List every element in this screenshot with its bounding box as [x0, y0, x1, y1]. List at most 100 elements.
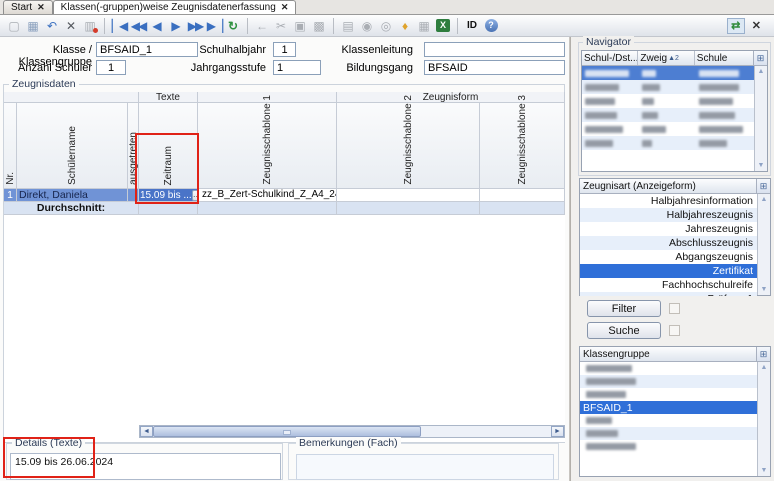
- previous-record-icon[interactable]: ◀: [148, 17, 166, 34]
- list-item[interactable]: [580, 375, 757, 388]
- panel-close-icon[interactable]: ✕: [752, 19, 761, 32]
- column-chooser-icon[interactable]: ⊞: [753, 51, 767, 65]
- cell-zeugnisschablone-2[interactable]: [337, 189, 480, 202]
- column-header-nr[interactable]: Nr.: [4, 103, 17, 189]
- save-icon[interactable]: ▦: [24, 17, 42, 34]
- print-icon[interactable]: ▤: [339, 17, 357, 34]
- delete-icon[interactable]: ✕: [62, 17, 80, 34]
- jahrgangsstufe-field[interactable]: [273, 60, 321, 75]
- scroll-up-icon[interactable]: ▲: [761, 364, 768, 371]
- scroll-left-icon[interactable]: ◄: [140, 426, 153, 437]
- scroll-down-icon[interactable]: ▼: [761, 286, 768, 293]
- column-header-zeugnisschablone-3[interactable]: Zeugnisschablone 3: [480, 95, 565, 189]
- column-header-ausgetreten[interactable]: ausgetreten: [128, 103, 139, 189]
- list-item[interactable]: [580, 388, 757, 401]
- navigator-row[interactable]: [582, 66, 767, 80]
- refresh-icon[interactable]: ↻: [224, 17, 242, 34]
- schulhalbjahr-field[interactable]: [273, 42, 296, 57]
- scroll-down-icon[interactable]: ▼: [758, 162, 765, 169]
- cell-ausgetreten[interactable]: [128, 189, 139, 202]
- list-item[interactable]: Abgangszeugnis: [580, 250, 757, 264]
- last-record-icon[interactable]: ▶▕: [205, 17, 223, 34]
- back-icon[interactable]: ←: [253, 17, 271, 34]
- hint-icon[interactable]: ◎: [377, 17, 395, 34]
- klassengruppe-scrollbar[interactable]: ▲ ▼: [757, 362, 770, 476]
- scroll-up-icon[interactable]: ▲: [761, 196, 768, 203]
- cell-zeugnisschablone-3[interactable]: [480, 189, 565, 202]
- list-item[interactable]: Prüfung 1: [580, 292, 757, 296]
- column-header-zeugnisschablone-1[interactable]: Zeugnisschablone 1: [198, 95, 337, 189]
- fast-previous-icon[interactable]: ◀◀: [129, 17, 147, 34]
- list-item[interactable]: Halbjahresinformation: [580, 194, 757, 208]
- grid-export-icon[interactable]: ▦: [415, 17, 433, 34]
- scrollbar-thumb[interactable]: [153, 426, 421, 437]
- list-item-selected[interactable]: BFSAID_1: [580, 401, 757, 414]
- list-item[interactable]: [580, 427, 757, 440]
- id-button[interactable]: ID: [463, 20, 481, 31]
- column-chooser-icon[interactable]: ⊞: [756, 347, 770, 361]
- tab-close-icon[interactable]: ✕: [37, 2, 45, 13]
- next-record-icon[interactable]: ▶: [167, 17, 185, 34]
- column-header-zeugnisschablone-2[interactable]: Zeugnisschablone 2: [337, 95, 480, 189]
- disc-icon[interactable]: ◉: [358, 17, 376, 34]
- redacted-text: [585, 125, 623, 133]
- scrollbar-track[interactable]: [153, 426, 551, 437]
- zeugnisart-scrollbar[interactable]: ▲ ▼: [757, 194, 770, 295]
- copy-icon[interactable]: ▣: [291, 17, 309, 34]
- scroll-down-icon[interactable]: ▼: [761, 467, 768, 474]
- bildungsgang-field[interactable]: [424, 60, 565, 75]
- scroll-right-icon[interactable]: ►: [551, 426, 564, 437]
- navigator-row[interactable]: [582, 136, 767, 150]
- navigator-row[interactable]: [582, 122, 767, 136]
- list-item[interactable]: Jahreszeugnis: [580, 222, 757, 236]
- list-item[interactable]: Fachhochschulreife: [580, 278, 757, 292]
- cell-zeitraum[interactable]: 15.09 bis ... …: [139, 189, 198, 202]
- column-header-zeitraum[interactable]: Zeitraum: [139, 103, 198, 189]
- first-record-icon[interactable]: ▏◀: [110, 17, 128, 34]
- fast-next-icon[interactable]: ▶▶: [186, 17, 204, 34]
- scroll-up-icon[interactable]: ▲: [758, 68, 765, 75]
- tab-zeugnisdatenerfassung[interactable]: Klassen(-gruppen)weise Zeugnisdatenerfas…: [52, 0, 297, 14]
- paste-icon[interactable]: ▩: [310, 17, 328, 34]
- navigator-column-schul-dst[interactable]: Schul-/Dst.... ▲1: [582, 51, 639, 65]
- tab-start[interactable]: Start ✕: [3, 0, 53, 14]
- navigator-column-schule[interactable]: Schule: [695, 51, 753, 65]
- table-row[interactable]: 1 Direkt, Daniela 15.09 bis ... … zz_B_Z…: [4, 189, 565, 202]
- tab-close-icon[interactable]: ✕: [281, 2, 289, 13]
- excel-export-icon[interactable]: X: [436, 19, 450, 32]
- navigator-row[interactable]: [582, 108, 767, 122]
- help-icon[interactable]: ?: [484, 19, 498, 32]
- column-chooser-icon[interactable]: ⊞: [756, 179, 770, 193]
- filter-checkbox[interactable]: [669, 303, 680, 314]
- list-item[interactable]: Abschlusszeugnis: [580, 236, 757, 250]
- cell-schuelername[interactable]: Direkt, Daniela: [17, 189, 128, 202]
- filter-button[interactable]: Filter: [587, 300, 661, 317]
- cell-nr[interactable]: 1: [4, 189, 17, 202]
- summary-cell: [139, 202, 198, 215]
- column-header-schuelername[interactable]: Schülername: [17, 103, 128, 189]
- bell-icon[interactable]: ♦: [396, 17, 414, 34]
- list-item[interactable]: [580, 362, 757, 375]
- cell-zeugnisschablone-1[interactable]: zz_B_Zert-Schulkind_Z_A4_240513: [198, 189, 337, 202]
- bemerkungen-text-area[interactable]: [296, 454, 554, 480]
- navigator-column-zweig[interactable]: Zweig ▲2: [638, 51, 695, 65]
- switch-form-icon[interactable]: ⇄: [726, 17, 745, 34]
- suche-checkbox[interactable]: [669, 325, 680, 336]
- navigator-row[interactable]: [582, 94, 767, 108]
- list-item-selected[interactable]: Zertifikat: [580, 264, 757, 278]
- tab-start-label: Start: [11, 2, 33, 13]
- list-item[interactable]: [580, 440, 757, 453]
- navigator-row[interactable]: [582, 80, 767, 94]
- klassenleitung-field[interactable]: [424, 42, 565, 57]
- band-empty: [4, 92, 139, 102]
- record-edit-icon[interactable]: ▥: [81, 17, 99, 34]
- list-item[interactable]: [580, 414, 757, 427]
- cut-icon[interactable]: ✂: [272, 17, 290, 34]
- new-document-icon[interactable]: ▢: [5, 17, 23, 34]
- navigator-scrollbar[interactable]: ▲ ▼: [754, 66, 767, 171]
- suche-button[interactable]: Suche: [587, 322, 661, 339]
- undo-icon[interactable]: ↶: [43, 17, 61, 34]
- details-text-area[interactable]: 15.09 bis 26.06.2024: [10, 453, 281, 480]
- list-item[interactable]: Halbjahreszeugnis: [580, 208, 757, 222]
- anzahl-schueler-field[interactable]: [96, 60, 126, 75]
